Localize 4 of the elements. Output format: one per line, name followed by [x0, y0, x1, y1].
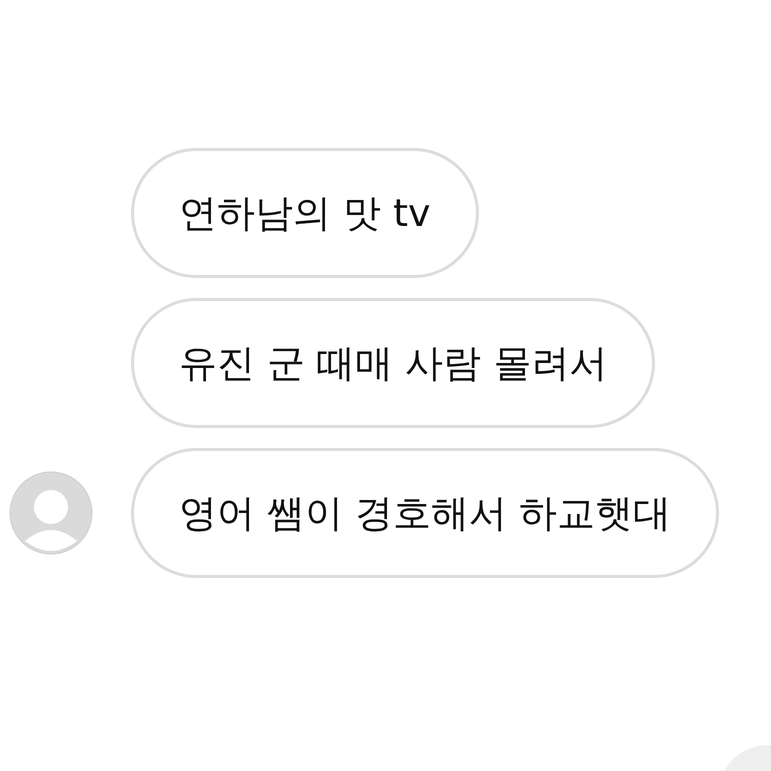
avatar-icon [9, 471, 93, 555]
message-bubble: 연하남의 맛 tv [131, 148, 479, 278]
message-bubble: 영어 쌤이 경호해서 하교햇대 [131, 448, 720, 578]
message-bubble: 유진 군 때매 사람 몰려서 [131, 298, 656, 428]
